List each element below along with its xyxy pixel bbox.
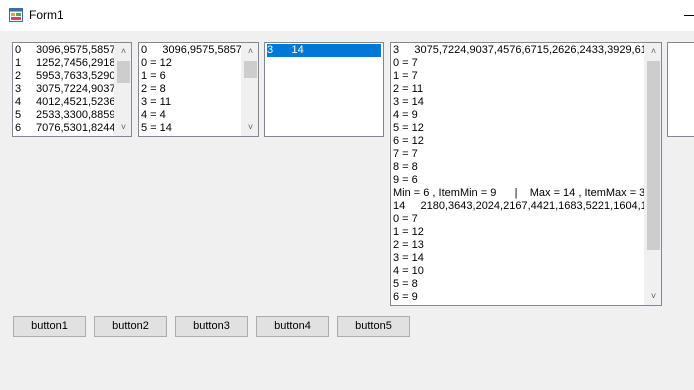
- list-item-index: 1: [15, 57, 22, 69]
- list-item-index: 0: [15, 44, 22, 56]
- list-item-index: 4: [15, 96, 22, 108]
- list-item[interactable]: 9 = 6: [393, 174, 644, 187]
- list-item[interactable]: 5 = 8: [393, 278, 644, 291]
- list-item-index: 6: [15, 122, 22, 134]
- listbox-1-scrollbar[interactable]: ˄ ˅: [114, 43, 131, 136]
- listbox-1[interactable]: 0 3096,9575,5857 1 1252,7456,2918 2 5953,7633…: [12, 42, 132, 137]
- button5[interactable]: button5: [337, 316, 410, 337]
- listbox-4-items: 3 3075,7224,9037,4576,6715,2626,2433,392…: [393, 44, 644, 304]
- list-item[interactable]: 5 = 12: [393, 122, 644, 135]
- minimize-icon[interactable]: [684, 15, 694, 16]
- scroll-thumb[interactable]: [117, 61, 130, 83]
- list-item-value: 7076,5301,8244: [36, 122, 116, 134]
- list-item[interactable]: 0 = 7: [393, 213, 644, 226]
- list-item-index: 3: [15, 83, 22, 95]
- listbox-4[interactable]: 3 3075,7224,9037,4576,6715,2626,2433,392…: [390, 42, 662, 306]
- listbox-3-items: 3 14: [267, 44, 381, 57]
- list-item-value: 5953,7633,5290: [36, 70, 116, 82]
- list-item-value: 2533,3300,8859: [36, 109, 116, 121]
- list-item[interactable]: 6 = 9: [393, 291, 644, 304]
- form-icon: [9, 8, 23, 22]
- listbox-4-scrollbar[interactable]: ˄ ˅: [644, 43, 661, 305]
- list-item[interactable]: 6 = 12: [393, 135, 644, 148]
- list-item[interactable]: 3 14: [267, 44, 381, 57]
- listbox-3[interactable]: 3 14: [264, 42, 384, 137]
- scroll-down-arrow-icon[interactable]: ˅: [115, 119, 131, 136]
- list-item[interactable]: 1 = 7: [393, 70, 644, 83]
- list-item-value: 4012,4521,5236: [36, 96, 116, 108]
- list-item[interactable]: 1 = 12: [393, 226, 644, 239]
- list-item[interactable]: 3 = 14: [393, 252, 644, 265]
- list-item[interactable]: 8 = 8: [393, 161, 644, 174]
- list-item[interactable]: 14 2180,3643,2024,2167,4421,1683,5221,16…: [393, 200, 644, 213]
- list-item[interactable]: 2 = 11: [393, 83, 644, 96]
- scroll-thumb[interactable]: [647, 61, 660, 250]
- window-title: Form1: [29, 8, 64, 22]
- scroll-up-arrow-icon[interactable]: ˄: [645, 43, 661, 60]
- title-bar: Form1: [0, 0, 694, 31]
- button3[interactable]: button3: [175, 316, 248, 337]
- list-item-value: 3096,9575,5857: [36, 44, 116, 56]
- button4[interactable]: button4: [256, 316, 329, 337]
- list-item[interactable]: 4 = 9: [393, 109, 644, 122]
- list-item-index: 2: [15, 70, 22, 82]
- list-item[interactable]: 3 = 14: [393, 96, 644, 109]
- listbox-2-scrollbar[interactable]: ˄ ˅: [241, 43, 258, 136]
- listbox-5[interactable]: [667, 42, 694, 137]
- scroll-thumb[interactable]: [244, 61, 257, 78]
- list-item[interactable]: 2 = 13: [393, 239, 644, 252]
- list-item[interactable]: Min = 6 , ItemMin = 9 | Max = 14 , ItemM…: [393, 187, 644, 200]
- button2[interactable]: button2: [94, 316, 167, 337]
- scroll-up-arrow-icon[interactable]: ˄: [242, 43, 258, 60]
- button1[interactable]: button1: [13, 316, 86, 337]
- list-item[interactable]: 3 3075,7224,9037,4576,6715,2626,2433,392…: [393, 44, 644, 57]
- scroll-up-arrow-icon[interactable]: ˄: [115, 43, 131, 60]
- list-item[interactable]: 7 = 7: [393, 148, 644, 161]
- list-item-value: 1252,7456,2918: [36, 57, 116, 69]
- list-item[interactable]: 0 = 7: [393, 57, 644, 70]
- scroll-down-arrow-icon[interactable]: ˅: [645, 288, 661, 305]
- list-item-value: 3075,7224,9037: [36, 83, 116, 95]
- list-item[interactable]: 4 = 10: [393, 265, 644, 278]
- list-item-index: 5: [15, 109, 22, 121]
- listbox-2[interactable]: 0 3096,9575,5857 0 = 12 1 = 62 = 83 = 11 4 …: [138, 42, 259, 137]
- scroll-down-arrow-icon[interactable]: ˅: [242, 119, 258, 136]
